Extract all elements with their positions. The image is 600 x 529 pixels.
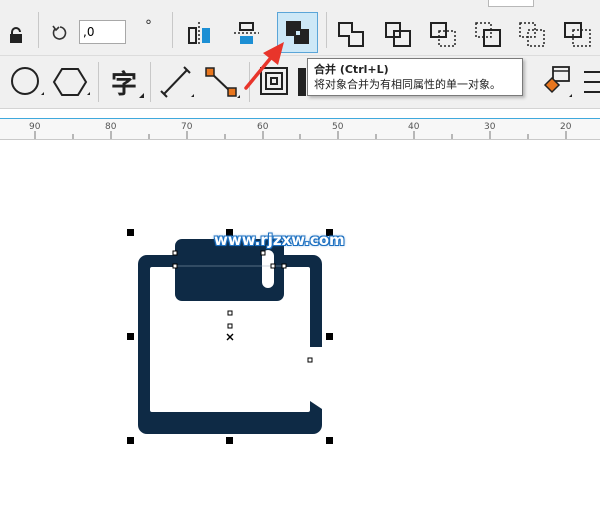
selection-handle[interactable] <box>127 229 134 236</box>
text-tool-icon: 字 <box>110 69 137 100</box>
back-minus-front-button[interactable] <box>558 17 596 51</box>
combined-shape[interactable] <box>130 232 330 442</box>
separator <box>172 12 173 48</box>
line-tool-icon <box>160 66 194 98</box>
ruler-label: 40 <box>408 122 420 132</box>
ellipse-tool-icon <box>11 67 44 95</box>
pointer-arrow-icon <box>244 42 284 90</box>
tooltip-title: 合并 (Ctrl+L) <box>314 63 389 76</box>
degree-label: ° <box>145 18 152 34</box>
connector-tool-button[interactable] <box>200 63 242 101</box>
partial-tool-icon <box>582 68 600 96</box>
text-tool-button[interactable]: 字 <box>104 64 144 100</box>
rotate-icon <box>49 22 71 44</box>
simplify-icon <box>475 22 501 47</box>
front-minus-back-icon <box>519 22 545 47</box>
ruler-label: 60 <box>257 122 269 132</box>
rotation-angle-input[interactable]: ,0 <box>79 20 126 44</box>
ruler-label: 50 <box>332 122 344 132</box>
connector-tool-icon <box>205 67 240 98</box>
partial-input <box>488 0 534 7</box>
ruler-label: 90 <box>29 122 41 132</box>
watermark-text: www.rjzxw.com <box>214 231 345 249</box>
ruler-label: 30 <box>484 122 496 132</box>
separator <box>326 12 327 48</box>
selection-handle[interactable] <box>326 437 333 444</box>
ruler-label: 20 <box>560 122 572 132</box>
selection-handle[interactable] <box>127 437 134 444</box>
separator <box>98 62 99 102</box>
partial-tool-icon <box>298 68 306 96</box>
simplify-button[interactable] <box>470 17 506 51</box>
selection-handle[interactable] <box>326 333 333 340</box>
fill-tool-icon <box>543 66 572 97</box>
polygon-tool-icon <box>52 68 90 96</box>
ellipse-tool-button[interactable] <box>6 64 46 100</box>
separator <box>150 62 151 102</box>
ruler-label: 70 <box>181 122 193 132</box>
trim-icon <box>385 22 411 47</box>
weld-icon <box>338 22 364 47</box>
lock-icon[interactable] <box>6 24 26 46</box>
trim-button[interactable] <box>380 17 416 51</box>
polygon-tool-button[interactable] <box>50 64 92 100</box>
combine-tooltip: 合并 (Ctrl+L) 将对象合并为有相同属性的单一对象。 <box>307 58 523 96</box>
separator <box>38 12 39 48</box>
line-tool-button[interactable] <box>156 63 196 101</box>
selection-handle[interactable] <box>226 437 233 444</box>
weld-button[interactable] <box>333 17 369 51</box>
mirror-horizontal-button[interactable] <box>182 17 216 49</box>
ruler-label: 80 <box>105 122 117 132</box>
mirror-horizontal-icon <box>188 22 210 46</box>
tooltip-description: 将对象合并为有相同属性的单一对象。 <box>314 78 501 91</box>
selection-handle[interactable] <box>127 333 134 340</box>
intersect-button[interactable] <box>425 17 461 51</box>
fill-tool-button[interactable] <box>540 64 574 100</box>
back-minus-front-icon <box>564 22 591 47</box>
front-minus-back-button[interactable] <box>514 17 550 51</box>
intersect-icon <box>430 22 456 47</box>
ruler-ticks <box>34 131 567 139</box>
